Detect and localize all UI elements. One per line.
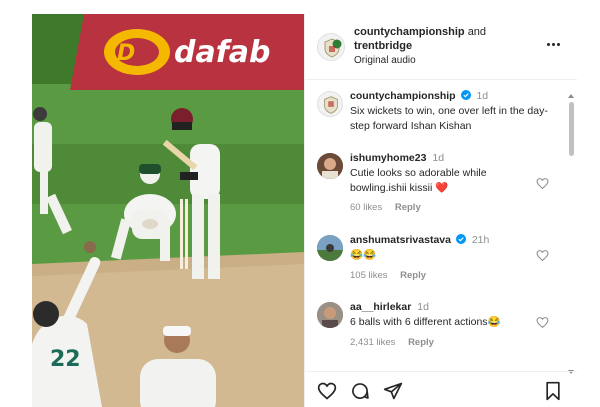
comment-meta: 60 likes Reply bbox=[350, 202, 421, 213]
player-number: 22 bbox=[50, 347, 81, 372]
scroll-up-icon[interactable] bbox=[568, 94, 574, 98]
author-link-2[interactable]: trentbridge bbox=[354, 40, 412, 52]
comment-likes[interactable]: 2,431 likes bbox=[350, 337, 395, 348]
author-avatar-small[interactable] bbox=[317, 91, 343, 117]
comment-likes[interactable]: 60 likes bbox=[350, 202, 382, 213]
heart-icon[interactable] bbox=[536, 177, 549, 190]
banner-text: dafab bbox=[174, 35, 271, 70]
reply-button[interactable]: Reply bbox=[400, 270, 426, 281]
crest-icon bbox=[324, 38, 342, 58]
comment-text: 😂😂 bbox=[350, 249, 377, 261]
share-icon[interactable] bbox=[383, 381, 403, 401]
verified-icon bbox=[455, 234, 466, 244]
post-header: countychampionship and trentbridge Origi… bbox=[305, 14, 577, 80]
author-conjunction: and bbox=[467, 26, 487, 38]
more-icon[interactable] bbox=[543, 36, 563, 52]
comment-username[interactable]: countychampionship bbox=[350, 90, 456, 102]
comment-icon[interactable] bbox=[350, 381, 370, 401]
heart-icon[interactable] bbox=[536, 249, 549, 262]
action-bar bbox=[305, 371, 577, 407]
comment-meta: 105 likes Reply bbox=[350, 270, 426, 281]
cricket-scene: D dafab 22 bbox=[32, 14, 304, 407]
comments-list: countychampionship 1d Six wickets to win… bbox=[305, 81, 577, 371]
comments-scrollbar[interactable] bbox=[566, 94, 576, 374]
caption-text: Six wickets to win, one over left in the… bbox=[350, 105, 548, 132]
reply-button[interactable]: Reply bbox=[395, 202, 421, 213]
comment-time[interactable]: 1d bbox=[476, 90, 488, 102]
bookmark-icon[interactable] bbox=[543, 381, 563, 401]
comment-text: 6 balls with 6 different actions😂 bbox=[350, 316, 501, 328]
audio-label[interactable]: Original audio bbox=[354, 55, 416, 66]
reply-button[interactable]: Reply bbox=[408, 337, 434, 348]
commenter-avatar[interactable] bbox=[317, 302, 343, 328]
verified-icon bbox=[460, 90, 471, 100]
comment-time[interactable]: 1d bbox=[432, 152, 444, 164]
comment-username[interactable]: ishumyhome23 bbox=[350, 152, 426, 164]
like-heart-icon[interactable] bbox=[317, 381, 337, 401]
comment-time[interactable]: 21h bbox=[472, 234, 490, 246]
author-avatar[interactable] bbox=[317, 33, 345, 61]
comment-time[interactable]: 1d bbox=[417, 301, 429, 313]
heart-icon[interactable] bbox=[536, 316, 549, 329]
commenter-avatar[interactable] bbox=[317, 235, 343, 261]
comment-username[interactable]: aa__hirlekar bbox=[350, 301, 411, 313]
comment-meta: 2,431 likes Reply bbox=[350, 337, 434, 348]
crest-icon bbox=[324, 96, 338, 114]
post-authors: countychampionship and trentbridge bbox=[354, 25, 544, 53]
heart-emoji: ❤️ bbox=[435, 182, 449, 194]
commenter-avatar[interactable] bbox=[317, 153, 343, 179]
avatar-photo-icon bbox=[317, 302, 343, 328]
author-link-1[interactable]: countychampionship bbox=[354, 26, 465, 38]
comment-text: Cutie looks so adorable while bowling.is… bbox=[350, 167, 487, 194]
post-media[interactable]: D dafab 22 bbox=[32, 14, 304, 407]
comment-likes[interactable]: 105 likes bbox=[350, 270, 388, 281]
avatar-photo-icon bbox=[317, 153, 343, 179]
comment-username[interactable]: anshumatsrivastava bbox=[350, 234, 451, 246]
scroll-thumb[interactable] bbox=[569, 102, 574, 156]
avatar-photo-icon bbox=[317, 235, 343, 261]
post-panel: countychampionship and trentbridge Origi… bbox=[304, 14, 577, 407]
svg-text:D: D bbox=[117, 41, 135, 66]
